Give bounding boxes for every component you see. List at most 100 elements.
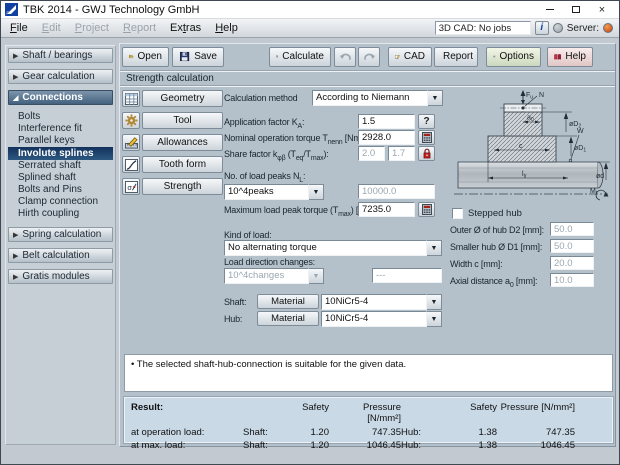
menu-help[interactable]: Help <box>208 21 245 35</box>
help-button[interactable]: Help <box>547 47 593 67</box>
max-torque-calc-button[interactable] <box>418 202 435 217</box>
maximize-icon <box>572 6 580 13</box>
menu-edit: Edit <box>35 21 68 35</box>
menu-extras[interactable]: Extras <box>163 21 208 35</box>
save-button[interactable]: Save <box>172 47 224 67</box>
strength-icon-button[interactable]: σ <box>122 178 140 195</box>
hub-material-dropdown[interactable]: 10NiCr5-4 ▼ <box>321 311 442 327</box>
nav-row-strength: σ Strength <box>122 178 223 195</box>
close-button[interactable]: × <box>589 2 615 18</box>
share-factor-input-2: 1.7 <box>388 146 415 161</box>
chevron-right-icon <box>13 252 18 260</box>
options-button[interactable]: Options <box>486 47 541 67</box>
sidebar-item-hirth-coupling[interactable]: Hirth coupling <box>8 208 113 220</box>
redo-icon <box>363 51 376 62</box>
load-peaks-label: No. of load peaks NL: <box>224 171 305 184</box>
sidebar-group-gear-calculation[interactable]: Gear calculation <box>8 69 113 84</box>
shaft-material-dropdown[interactable]: 10NiCr5-4 ▼ <box>321 294 442 310</box>
nominal-torque-label: Nominal operation torque Tnenn [Nm]: <box>224 133 365 146</box>
svg-text:ød: ød <box>596 173 604 180</box>
report-button[interactable]: Report <box>434 47 478 67</box>
tooth-form-button[interactable]: Tooth form <box>142 156 223 173</box>
tooth-form-icon-button[interactable] <box>122 156 140 173</box>
load-peaks-value-input: 10000.0 <box>358 184 435 199</box>
tool-button[interactable]: Tool <box>142 112 223 129</box>
chevron-right-icon <box>13 273 18 281</box>
sidebar-item-bolts[interactable]: Bolts <box>8 111 113 123</box>
menu-file[interactable]: File <box>3 21 35 35</box>
application-factor-help-button[interactable]: ? <box>418 114 435 129</box>
sidebar-item-splined-shaft[interactable]: Splined shaft <box>8 172 113 184</box>
allowances-icon-button[interactable] <box>122 134 140 151</box>
menu-project: Project <box>68 21 116 35</box>
max-torque-label: Maximum load peak torque (Tmax) [Nm]: <box>224 205 376 218</box>
sidebar-group-shaft-bearings[interactable]: Shaft / bearings <box>8 48 113 63</box>
minimize-button[interactable] <box>537 2 563 18</box>
open-button[interactable]: Open <box>122 47 169 67</box>
max-torque-input[interactable]: 7235.0 <box>358 202 415 217</box>
calculator-icon <box>422 204 432 215</box>
info-button[interactable]: i <box>535 21 549 35</box>
nav-row-tooth-form: Tooth form <box>122 156 223 173</box>
geometry-icon-button[interactable] <box>122 90 140 107</box>
results-panel: Result: Safety Pressure [N/mm²] Safety P… <box>124 397 613 443</box>
result-hub-safety: 1.38 <box>441 440 497 451</box>
share-factor-lock-button[interactable] <box>418 146 435 161</box>
help-book-icon <box>554 51 561 63</box>
app-window: TBK 2014 - GWJ Technology GmbH × File Ed… <box>0 0 620 465</box>
sidebar-group-belt-calculation[interactable]: Belt calculation <box>8 248 113 263</box>
svg-text:øD1: øD1 <box>574 145 586 154</box>
hub-d2-label: Outer Ø of hub D2 [mm]: <box>450 225 544 238</box>
chevron-down-icon: ▼ <box>309 268 324 284</box>
nav-row-allowances: Allowances <box>122 134 223 151</box>
sidebar-item-bolts-and-pins[interactable]: Bolts and Pins <box>8 184 113 196</box>
axial-distance-input: 10.0 <box>550 273 594 287</box>
nav-row-tool: Tool <box>122 112 223 129</box>
svg-text:W: W <box>577 128 584 135</box>
undo-button <box>334 47 356 67</box>
sidebar-item-parallel-keys[interactable]: Parallel keys <box>8 135 113 147</box>
kind-of-load-dropdown[interactable]: No alternating torque ▼ <box>224 240 442 256</box>
hub-material-button[interactable]: Material <box>257 311 319 326</box>
svg-text:Fu: Fu <box>526 92 533 101</box>
sidebar-item-serrated-shaft[interactable]: Serrated shaft <box>8 160 113 172</box>
title-bar: TBK 2014 - GWJ Technology GmbH × <box>1 1 619 19</box>
tool-icon-button[interactable] <box>122 112 140 129</box>
chevron-down-icon: ▼ <box>427 240 442 256</box>
shaft-material-button[interactable]: Material <box>257 294 319 309</box>
app-logo-icon <box>5 3 18 16</box>
curve-icon <box>125 159 138 171</box>
content-panel: Open Save Calculate CAD Report <box>119 43 616 447</box>
sidebar-group-connections[interactable]: Connections <box>8 90 113 105</box>
stepped-hub-checkbox[interactable] <box>452 208 463 219</box>
width-c-label: Width c [mm]: <box>450 259 502 272</box>
allowances-button[interactable]: Allowances <box>142 134 223 151</box>
module-sidebar: Shaft / bearings Gear calculation Connec… <box>5 45 116 445</box>
calc-method-dropdown[interactable]: According to Niemann ▼ <box>312 90 443 106</box>
chevron-right-icon <box>13 52 18 60</box>
load-peaks-dropdown[interactable]: 10^4peaks ▼ <box>224 184 324 200</box>
section-title: Strength calculation <box>120 70 615 86</box>
nominal-torque-calc-button[interactable] <box>418 130 435 145</box>
chevron-down-icon: ▼ <box>428 90 443 106</box>
application-factor-input[interactable]: 1.5 <box>358 114 415 129</box>
cad-button[interactable]: CAD <box>388 47 432 67</box>
sidebar-item-clamp-connection[interactable]: Clamp connection <box>8 196 113 208</box>
sigma-chart-icon: σ <box>125 181 138 193</box>
hub-d1-label: Smaller hub Ø D1 [mm]: <box>450 242 542 255</box>
pressure-header-shaft: Pressure [N/mm²] <box>329 402 401 424</box>
sidebar-group-gratis-modules[interactable]: Gratis modules <box>8 269 113 284</box>
geometry-button[interactable]: Geometry <box>142 90 223 107</box>
nominal-torque-input[interactable]: 2928.0 <box>358 130 415 145</box>
result-row-label: at operation load: <box>131 427 243 438</box>
sidebar-item-involute-splines[interactable]: Involute splines <box>8 147 113 160</box>
sidebar-item-interference-fit[interactable]: Interference fit <box>8 123 113 135</box>
maximize-button[interactable] <box>563 2 589 18</box>
sidebar-group-spring-calculation[interactable]: Spring calculation <box>8 227 113 242</box>
load-direction-dropdown: 10^4changes ▼ <box>224 268 324 284</box>
axial-distance-label: Axial distance a0 [mm]: <box>450 276 537 289</box>
cad-pencil-icon <box>395 50 400 63</box>
calculate-button[interactable]: Calculate <box>269 47 331 67</box>
strength-button[interactable]: Strength <box>142 178 223 195</box>
pencil-ruler-icon <box>125 137 138 149</box>
